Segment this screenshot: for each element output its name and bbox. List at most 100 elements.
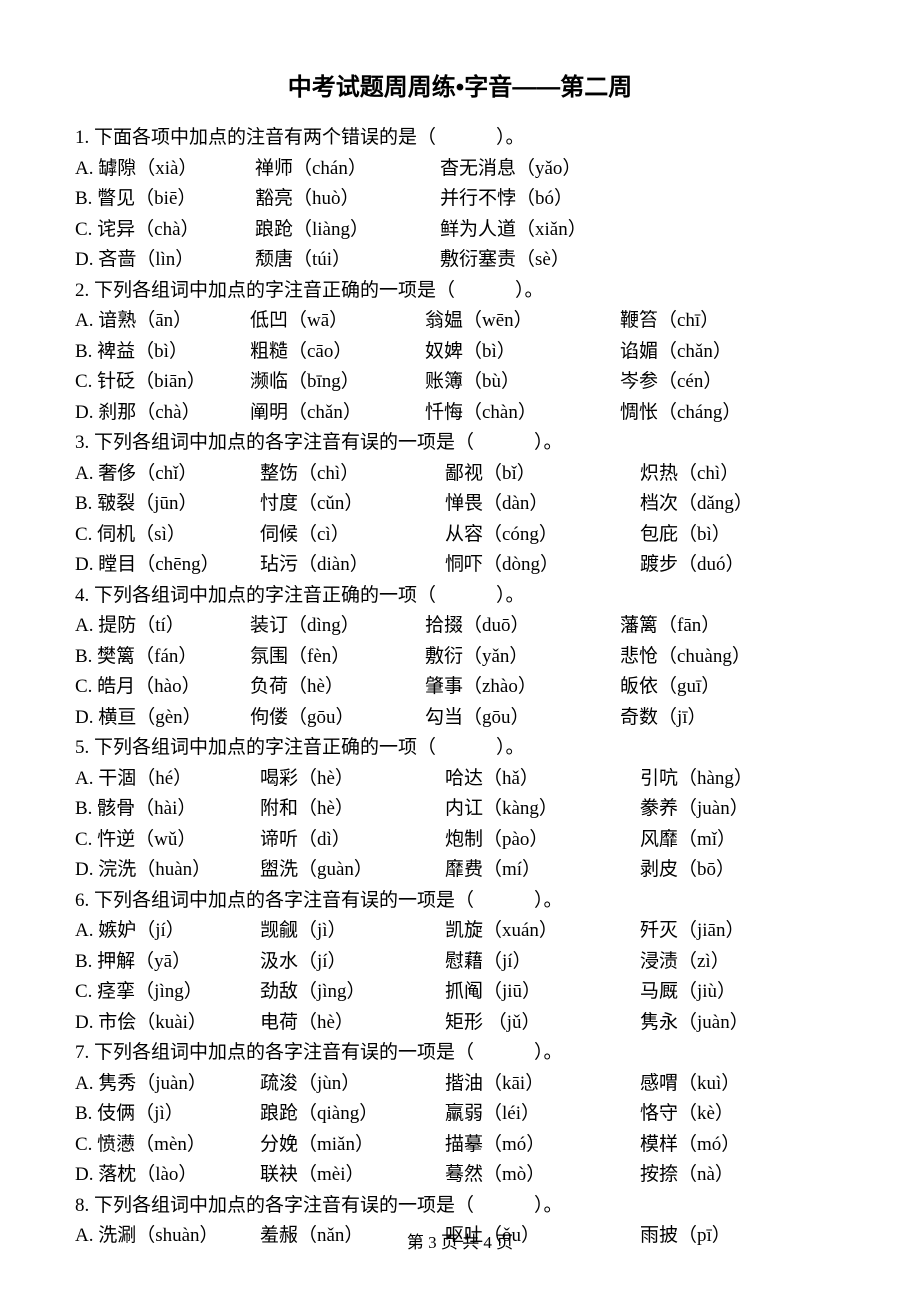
cell: 负荷（hè） bbox=[250, 673, 425, 702]
cell: 豢养（juàn） bbox=[640, 795, 845, 824]
q5-row-c: C. 忤逆（wǔ）谛听（dì）炮制（pào）风靡（mǐ） bbox=[75, 826, 845, 855]
cell: B. 押解（yā） bbox=[75, 948, 260, 977]
cell: 风靡（mǐ） bbox=[640, 826, 845, 855]
cell: 觊觎（jì） bbox=[260, 917, 445, 946]
cell: 拾掇（duō） bbox=[425, 612, 620, 641]
cell: C. 皓月（hào） bbox=[75, 673, 250, 702]
cell: 哈达（hǎ） bbox=[445, 765, 640, 794]
cell: 矩形 （jǔ） bbox=[445, 1009, 640, 1038]
cell: 惆怅（cháng） bbox=[620, 399, 845, 428]
q5-prompt-end: ）。 bbox=[496, 737, 525, 758]
cell: 敷衍（yǎn） bbox=[425, 643, 620, 672]
cell: 低凹（wā） bbox=[250, 307, 425, 336]
cell: 奇数（jī） bbox=[620, 704, 845, 733]
cell: B. 瞥见（biē） bbox=[75, 185, 255, 214]
q1-prompt-text: 1. 下面各项中加点的注音有两个错误的是（ bbox=[75, 127, 436, 148]
cell: A. 奢侈（chǐ） bbox=[75, 460, 260, 489]
q1-row-a: A. 罅隙（xià）禅师（chán）杳无消息（yǎo） bbox=[75, 155, 845, 184]
cell: C. 诧异（chà） bbox=[75, 216, 255, 245]
cell: 马厩（jiù） bbox=[640, 978, 845, 1007]
cell: D. 吝啬（lìn） bbox=[75, 246, 255, 275]
cell: 惮畏（dàn） bbox=[445, 490, 640, 519]
cell: A. 嫉妒（jí） bbox=[75, 917, 260, 946]
q2-prompt-end: ）。 bbox=[515, 280, 544, 301]
cell: 敷衍塞责（sè） bbox=[440, 246, 845, 275]
q7-prompt-end: ）。 bbox=[534, 1042, 563, 1063]
q2-row-c: C. 针砭（biān）濒临（bīng）账簿（bù）岑参（cén） bbox=[75, 368, 845, 397]
cell: 蓦然（mò） bbox=[445, 1161, 640, 1190]
q1-row-c: C. 诧异（chà）踉跄（liàng）鲜为人道（xiǎn） bbox=[75, 216, 845, 245]
cell: 勾当（gōu） bbox=[425, 704, 620, 733]
cell: D. 市侩（kuài） bbox=[75, 1009, 260, 1038]
q6-row-a: A. 嫉妒（jí）觊觎（jì）凯旋（xuán）歼灭（jiān） bbox=[75, 917, 845, 946]
cell: 模样（mó） bbox=[640, 1131, 845, 1160]
cell: 歼灭（jiān） bbox=[640, 917, 845, 946]
cell: 佝偻（gōu） bbox=[250, 704, 425, 733]
cell: 揩油（kāi） bbox=[445, 1070, 640, 1099]
cell: A. 提防（tí） bbox=[75, 612, 250, 641]
cell: D. 瞠目（chēng） bbox=[75, 551, 260, 580]
cell: 电荷（hè） bbox=[260, 1009, 445, 1038]
cell: D. 浣洗（huàn） bbox=[75, 856, 260, 885]
q3-row-d: D. 瞠目（chēng）玷污（diàn）恫吓（dòng）踱步（duó） bbox=[75, 551, 845, 580]
cell: 整饬（chì） bbox=[260, 460, 445, 489]
q2-prompt-text: 2. 下列各组词中加点的字注音正确的一项是（ bbox=[75, 280, 455, 301]
q3-row-b: B. 皲裂（jūn）忖度（cǔn）惮畏（dàn）档次（dǎng） bbox=[75, 490, 845, 519]
cell: 颓唐（túi） bbox=[255, 246, 440, 275]
q3-row-a: A. 奢侈（chǐ）整饬（chì）鄙视（bǐ）炽热（chì） bbox=[75, 460, 845, 489]
q7-prompt-text: 7. 下列各组词中加点的各字注音有误的一项是（ bbox=[75, 1042, 474, 1063]
cell: 肇事（zhào） bbox=[425, 673, 620, 702]
q5-row-d: D. 浣洗（huàn）盥洗（guàn）靡费（mí）剥皮（bō） bbox=[75, 856, 845, 885]
cell: A. 干涸（hé） bbox=[75, 765, 260, 794]
q4-prompt-end: ）。 bbox=[496, 585, 525, 606]
cell: 联袂（mèi） bbox=[260, 1161, 445, 1190]
cell: A. 隽秀（juàn） bbox=[75, 1070, 260, 1099]
cell: 疏浚（jùn） bbox=[260, 1070, 445, 1099]
cell: 翁媪（wēn） bbox=[425, 307, 620, 336]
cell: 抓阄（jiū） bbox=[445, 978, 640, 1007]
cell: B. 骸骨（hài） bbox=[75, 795, 260, 824]
q1-row-b: B. 瞥见（biē）豁亮（huò）并行不悖（bó） bbox=[75, 185, 845, 214]
q7-row-c: C. 愤懑（mèn）分娩（miǎn）描摹（mó）模样（mó） bbox=[75, 1131, 845, 1160]
q2-row-d: D. 刹那（chà）阐明（chǎn）忏悔（chàn）惆怅（cháng） bbox=[75, 399, 845, 428]
q6-row-c: C. 痉挛（jìng）劲敌（jìng）抓阄（jiū）马厩（jiù） bbox=[75, 978, 845, 1007]
q5-prompt-text: 5. 下列各组词中加点的字注音正确的一项（ bbox=[75, 737, 436, 758]
cell: 分娩（miǎn） bbox=[260, 1131, 445, 1160]
q1-row-d: D. 吝啬（lìn）颓唐（túi）敷衍塞责（sè） bbox=[75, 246, 845, 275]
q5-row-b: B. 骸骨（hài）附和（hè）内讧（kàng）豢养（juàn） bbox=[75, 795, 845, 824]
q4-prompt: 4. 下列各组词中加点的字注音正确的一项（ ）。 bbox=[75, 582, 845, 611]
cell: D. 落枕（lào） bbox=[75, 1161, 260, 1190]
q2-prompt: 2. 下列各组词中加点的字注音正确的一项是（ ）。 bbox=[75, 277, 845, 306]
page-footer: 第 3 页 共 4 页 bbox=[0, 1230, 920, 1256]
cell: 装订（dìng） bbox=[250, 612, 425, 641]
cell: C. 针砭（biān） bbox=[75, 368, 250, 397]
cell: 档次（dǎng） bbox=[640, 490, 845, 519]
q7-prompt: 7. 下列各组词中加点的各字注音有误的一项是（ ）。 bbox=[75, 1039, 845, 1068]
cell: 感喟（kuì） bbox=[640, 1070, 845, 1099]
cell: 内讧（kàng） bbox=[445, 795, 640, 824]
cell: 谛听（dì） bbox=[260, 826, 445, 855]
q6-prompt-end: ）。 bbox=[534, 890, 563, 911]
cell: B. 皲裂（jūn） bbox=[75, 490, 260, 519]
cell: C. 忤逆（wǔ） bbox=[75, 826, 260, 855]
cell: 粗糙（cāo） bbox=[250, 338, 425, 367]
q3-prompt-text: 3. 下列各组词中加点的各字注音有误的一项是（ bbox=[75, 432, 474, 453]
cell: 靡费（mí） bbox=[445, 856, 640, 885]
q8-prompt: 8. 下列各组词中加点的各字注音有误的一项是（）。 bbox=[75, 1192, 845, 1221]
cell: 皈依（guī） bbox=[620, 673, 845, 702]
cell: 豁亮（huò） bbox=[255, 185, 440, 214]
cell: 盥洗（guàn） bbox=[260, 856, 445, 885]
q6-row-d: D. 市侩（kuài）电荷（hè）矩形 （jǔ）隽永（juàn） bbox=[75, 1009, 845, 1038]
cell: 禅师（chán） bbox=[255, 155, 440, 184]
cell: 炮制（pào） bbox=[445, 826, 640, 855]
q5-row-a: A. 干涸（hé）喝彩（hè）哈达（hǎ）引吭（hàng） bbox=[75, 765, 845, 794]
cell: 悲怆（chuàng） bbox=[620, 643, 845, 672]
cell: 奴婢（bì） bbox=[425, 338, 620, 367]
q4-row-d: D. 横亘（gèn）佝偻（gōu）勾当（gōu）奇数（jī） bbox=[75, 704, 845, 733]
q4-row-b: B. 樊篱（fán）氛围（fèn）敷衍（yǎn）悲怆（chuàng） bbox=[75, 643, 845, 672]
q4-prompt-text: 4. 下列各组词中加点的字注音正确的一项（ bbox=[75, 585, 436, 606]
cell: 引吭（hàng） bbox=[640, 765, 845, 794]
q5-prompt: 5. 下列各组词中加点的字注音正确的一项（ ）。 bbox=[75, 734, 845, 763]
q4-row-c: C. 皓月（hào）负荷（hè）肇事（zhào）皈依（guī） bbox=[75, 673, 845, 702]
q4-row-a: A. 提防（tí）装订（dìng）拾掇（duō）藩篱（fān） bbox=[75, 612, 845, 641]
